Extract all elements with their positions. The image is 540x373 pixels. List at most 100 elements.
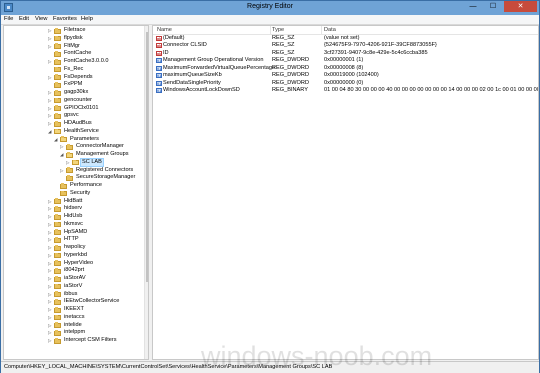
expand-arrow-icon[interactable]: ▷ xyxy=(48,337,53,344)
folder-icon xyxy=(54,260,61,266)
collapse-arrow-icon[interactable]: ◢ xyxy=(54,136,59,143)
expand-arrow-icon[interactable]: ▷ xyxy=(60,143,65,150)
title-bar[interactable]: Registry Editor — ☐ ✕ xyxy=(1,1,539,15)
tree-key-label: Fs_Rec xyxy=(64,65,84,72)
maximize-button[interactable]: ☐ xyxy=(483,1,503,12)
expand-arrow-icon[interactable]: ▷ xyxy=(48,236,53,243)
value-name: SendDataSinglePriority xyxy=(163,79,221,86)
string-value-icon: ab xyxy=(156,50,162,56)
menu-help[interactable]: Help xyxy=(81,16,93,22)
value-name: WindowsAccountLockDownSD xyxy=(163,87,240,94)
folder-icon xyxy=(54,322,61,328)
value-row[interactable]: ab (Default) REG_SZ (value not set) xyxy=(153,35,538,42)
tree-key-label: HidUsb xyxy=(64,213,83,219)
expand-arrow-icon[interactable]: ▷ xyxy=(48,205,53,212)
folder-icon xyxy=(54,275,61,282)
tree-scrollbar-thumb[interactable] xyxy=(146,32,148,282)
expand-arrow-icon[interactable]: ▷ xyxy=(48,283,53,290)
tree-key-label: i8042prt xyxy=(64,267,85,274)
value-row[interactable]: 01 maximumQueueSizeKb REG_DWORD 0x00019000 … xyxy=(153,72,538,79)
value-row[interactable]: 01 WindowsAccountLockDownSD REG_BINARY 01 0… xyxy=(153,87,538,94)
expand-arrow-icon[interactable]: ▷ xyxy=(48,120,53,127)
value-row[interactable]: 01 SendDataSinglePriority REG_DWORD 0x00000… xyxy=(153,79,538,87)
expand-arrow-icon[interactable]: ▷ xyxy=(48,35,53,42)
folder-icon xyxy=(60,190,67,197)
expand-arrow-icon[interactable]: ▷ xyxy=(48,198,53,205)
tree-key-label: intelppm xyxy=(64,329,86,336)
tree-key-label: hkmsvc xyxy=(64,220,83,227)
expand-arrow-icon[interactable]: ▷ xyxy=(48,252,53,259)
expand-arrow-icon[interactable]: ▷ xyxy=(48,322,53,329)
expand-arrow-icon[interactable]: ▷ xyxy=(48,58,53,65)
expand-arrow-icon[interactable]: ▷ xyxy=(48,213,53,220)
expand-arrow-icon[interactable]: ▷ xyxy=(48,43,53,50)
expand-arrow-icon[interactable]: ▷ xyxy=(48,229,53,236)
tree-key-label: Performance xyxy=(70,182,103,188)
column-header-name[interactable]: Name xyxy=(157,27,172,33)
column-divider[interactable] xyxy=(321,26,322,34)
value-name: MaximumForwardedVirtualQueuePercentage xyxy=(163,64,276,71)
expand-arrow-icon[interactable]: ▷ xyxy=(48,27,53,34)
expand-arrow-icon[interactable]: ▷ xyxy=(60,167,65,174)
column-divider[interactable] xyxy=(270,26,271,34)
tree-key-label: Intercept CSM Filters xyxy=(64,337,117,343)
collapse-arrow-icon[interactable]: ▷ xyxy=(66,159,71,166)
expand-arrow-icon[interactable]: ▷ xyxy=(48,298,53,305)
column-header-type[interactable]: Type xyxy=(272,27,284,33)
expand-arrow-icon[interactable]: ▷ xyxy=(48,329,53,336)
tree-key-label: FontCache xyxy=(64,50,92,57)
binary-value-icon: 01 xyxy=(156,73,162,79)
menu-edit[interactable]: Edit xyxy=(19,16,29,22)
expand-arrow-icon[interactable]: ▷ xyxy=(48,306,53,313)
folder-icon xyxy=(54,74,61,80)
expand-arrow-icon[interactable]: ▷ xyxy=(48,105,53,112)
value-row[interactable]: 01 Management Group Operational Version RE… xyxy=(153,57,538,64)
value-row[interactable]: 01 MaximumForwardedVirtualQueuePercentage… xyxy=(153,64,538,72)
column-header-data[interactable]: Data xyxy=(324,27,336,33)
folder-icon xyxy=(54,97,61,104)
expand-arrow-icon[interactable]: ▷ xyxy=(48,97,53,104)
expand-arrow-icon[interactable]: ▷ xyxy=(48,314,53,321)
tree-key-label: HpSAMD xyxy=(64,228,88,235)
folder-icon xyxy=(54,51,61,57)
string-value-icon: ab xyxy=(156,36,162,41)
folder-icon xyxy=(54,35,61,42)
tree-key-label: intelide xyxy=(64,321,82,328)
value-name: maximumQueueSizeKb xyxy=(163,72,222,79)
expand-arrow-icon[interactable]: ▷ xyxy=(48,244,53,251)
folder-icon xyxy=(54,306,61,313)
folder-icon xyxy=(54,299,61,305)
folder-icon xyxy=(54,268,61,274)
tree-key-label: gagp30kx xyxy=(64,89,89,95)
expand-arrow-icon[interactable]: ▷ xyxy=(48,291,53,298)
tree-key-label: HealthService xyxy=(64,127,99,134)
folder-icon xyxy=(54,43,61,49)
folder-icon xyxy=(54,213,61,220)
registry-key-tree[interactable]: ▷ Filetrace ▷ flpydisk ▷ FltMgr FontCache ▷ Font… xyxy=(3,25,149,360)
expand-arrow-icon[interactable]: ▷ xyxy=(48,267,53,274)
folder-icon xyxy=(54,244,61,251)
tree-key-label: SC LAB xyxy=(80,157,104,168)
expand-arrow-icon[interactable]: ▷ xyxy=(48,260,53,267)
collapse-arrow-icon[interactable]: ◢ xyxy=(48,128,53,135)
folder-icon xyxy=(54,89,61,96)
close-button[interactable]: ✕ xyxy=(504,1,537,12)
expand-arrow-icon[interactable]: ▷ xyxy=(48,89,53,96)
value-type: REG_BINARY xyxy=(272,87,308,94)
expand-arrow-icon[interactable]: ▷ xyxy=(48,275,53,282)
expand-arrow-icon[interactable]: ▷ xyxy=(48,74,53,81)
menu-favorites[interactable]: Favorites xyxy=(53,16,77,22)
expand-arrow-icon[interactable]: ▷ xyxy=(48,221,53,228)
folder-icon xyxy=(66,144,73,150)
minimize-button[interactable]: — xyxy=(463,1,483,12)
collapse-arrow-icon[interactable]: ◢ xyxy=(60,151,65,158)
expand-arrow-icon[interactable]: ▷ xyxy=(48,112,53,119)
status-bar: Computer\HKEY_LOCAL_MACHINE\SYSTEM\Curre… xyxy=(1,361,539,373)
tree-vertical-scrollbar[interactable] xyxy=(144,26,148,359)
value-data: 0x00000000 (0) xyxy=(324,79,364,86)
menu-file[interactable]: File xyxy=(4,16,13,22)
value-row[interactable]: ab Connector CLSID REG_SZ {524675F9-7970-42… xyxy=(153,42,538,49)
menu-view[interactable]: View xyxy=(35,16,47,22)
value-row[interactable]: ab ID REG_SZ 3cf27391-9407-9c8e-429e-5c4c6c… xyxy=(153,50,538,57)
registry-values-list[interactable]: Name Type Data ab (Default) REG_SZ (value n… xyxy=(152,25,539,360)
